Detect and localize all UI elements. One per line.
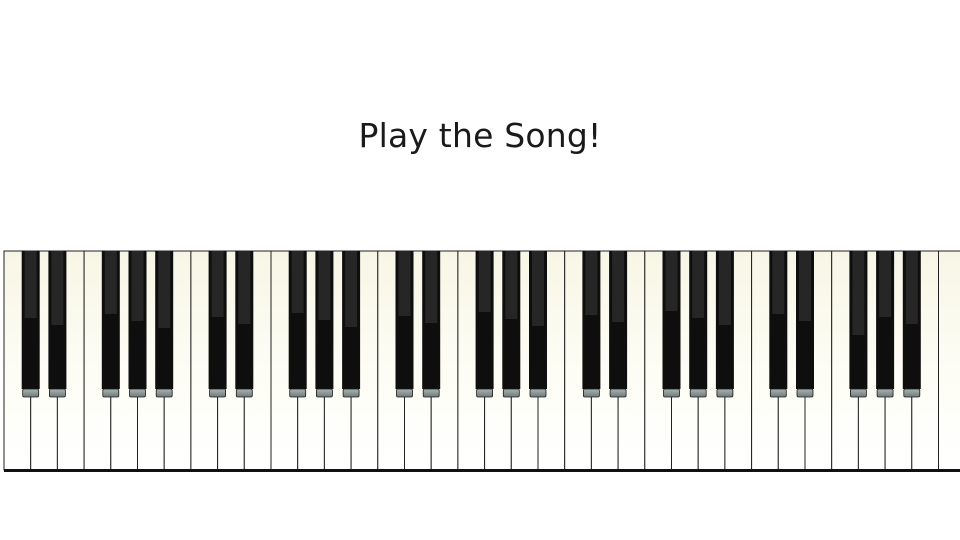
black-key-tip (689, 388, 707, 398)
slide: Play the Song! (0, 0, 960, 540)
black-key-g-sharp[interactable] (689, 251, 708, 398)
black-key-g-sharp[interactable] (876, 251, 895, 398)
white-key[interactable] (938, 250, 960, 471)
black-key-tip (209, 388, 227, 398)
black-key-tip (396, 388, 413, 398)
black-key-d-sharp[interactable] (235, 251, 254, 398)
black-key-tip (502, 388, 520, 398)
black-key-highlight (532, 251, 544, 326)
black-key-highlight (692, 251, 705, 318)
black-key-a-sharp[interactable] (342, 251, 361, 398)
black-key-highlight (291, 251, 304, 313)
black-key-highlight (318, 251, 331, 320)
black-key-highlight (345, 251, 358, 327)
black-key-a-sharp[interactable] (529, 251, 547, 398)
black-key-c-sharp[interactable] (582, 251, 601, 398)
black-key-tip (476, 388, 494, 398)
black-key-tip (235, 388, 253, 398)
black-key-a-sharp[interactable] (155, 251, 174, 398)
black-key-highlight (425, 251, 438, 323)
black-key-d-sharp[interactable] (422, 251, 441, 398)
black-key-g-sharp[interactable] (502, 251, 521, 398)
black-key-highlight (238, 251, 251, 324)
black-key-highlight (104, 251, 117, 314)
black-key-d-sharp[interactable] (609, 251, 628, 398)
black-key-f-sharp[interactable] (475, 251, 494, 398)
black-key-highlight (158, 251, 171, 328)
black-key-tip (796, 388, 814, 398)
black-key-c-sharp[interactable] (769, 251, 788, 398)
black-key-tip (422, 388, 440, 398)
black-key-f-sharp[interactable] (849, 251, 868, 398)
black-key-highlight (505, 251, 518, 319)
black-key-tip (583, 388, 600, 398)
black-key-highlight (612, 251, 625, 322)
black-key-g-sharp[interactable] (128, 251, 147, 398)
black-key-c-sharp[interactable] (208, 251, 227, 398)
black-key-tip (49, 388, 66, 398)
black-key-highlight (211, 251, 224, 317)
black-key-highlight (478, 251, 491, 312)
black-key-a-sharp[interactable] (902, 251, 921, 398)
black-key-a-sharp[interactable] (715, 251, 734, 398)
black-key-highlight (665, 251, 678, 311)
black-key-g-sharp[interactable] (315, 251, 334, 398)
black-key-tip (663, 388, 680, 398)
piano-keyboard[interactable] (0, 0, 960, 540)
black-key-highlight (852, 251, 865, 335)
black-key-c-sharp[interactable] (21, 251, 40, 398)
black-key-f-sharp[interactable] (101, 251, 120, 398)
black-key-highlight (24, 251, 37, 318)
black-key-f-sharp[interactable] (288, 251, 307, 398)
black-key-d-sharp[interactable] (48, 251, 67, 398)
black-key-c-sharp[interactable] (395, 251, 414, 398)
black-key-tip (315, 388, 333, 398)
black-key-highlight (799, 251, 811, 321)
black-key-tip (850, 388, 867, 398)
black-key-tip (529, 388, 547, 398)
black-key-highlight (51, 251, 64, 325)
black-key-highlight (718, 251, 731, 325)
black-key-highlight (879, 251, 892, 317)
black-key-tip (769, 388, 787, 398)
black-key-tip (903, 388, 921, 398)
black-key-d-sharp[interactable] (796, 251, 814, 398)
black-key-tip (342, 388, 360, 398)
black-key-highlight (772, 251, 785, 314)
black-key-f-sharp[interactable] (662, 251, 681, 398)
black-key-highlight (585, 251, 598, 315)
black-key-tip (716, 388, 734, 398)
black-key-tip (876, 388, 894, 398)
black-key-tip (609, 388, 627, 398)
black-key-highlight (398, 251, 411, 316)
black-key-tip (155, 388, 173, 398)
black-key-tip (289, 388, 307, 398)
keyboard-base-line (4, 469, 960, 472)
black-key-highlight (131, 251, 144, 321)
black-key-tip (22, 388, 40, 398)
black-key-highlight (905, 251, 918, 324)
black-key-tip (129, 388, 146, 398)
black-key-tip (102, 388, 120, 398)
